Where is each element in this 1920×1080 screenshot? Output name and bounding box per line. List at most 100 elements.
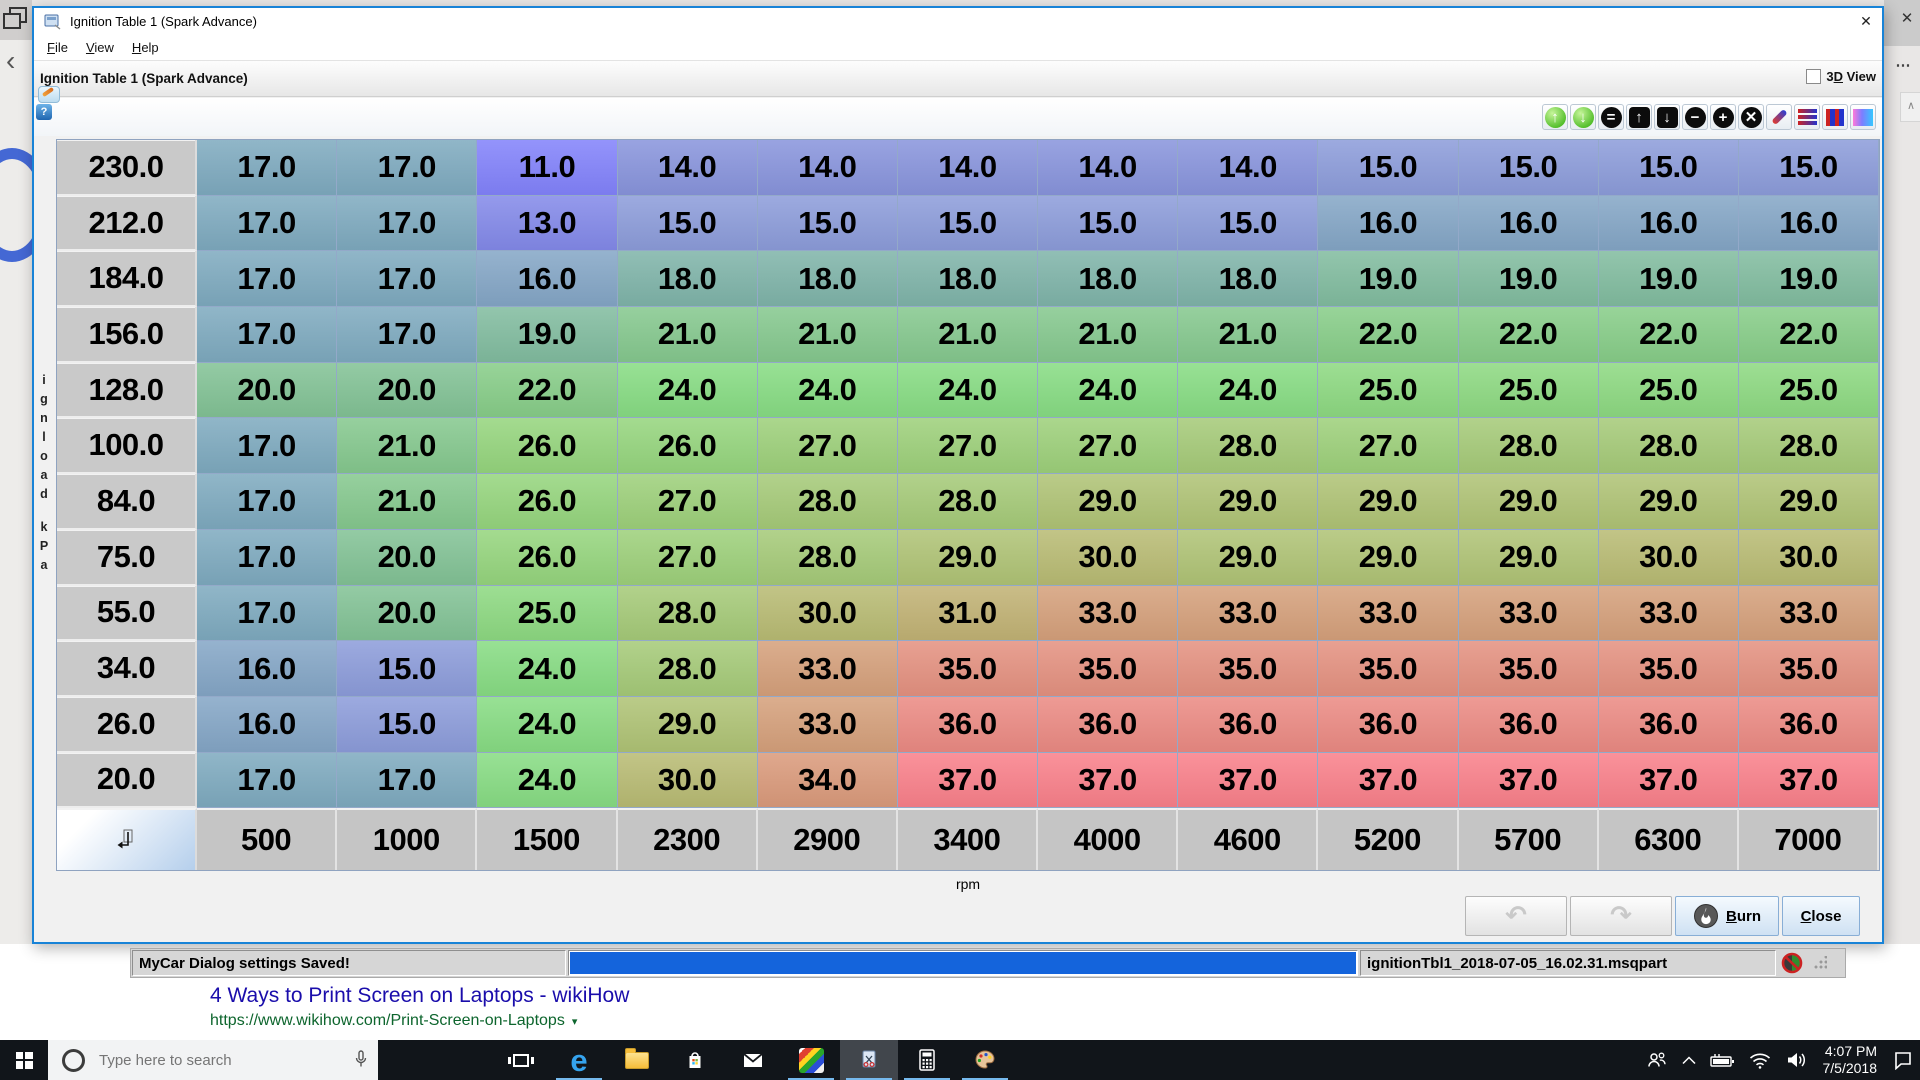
table-cell[interactable]: 19.0	[1738, 251, 1879, 308]
mail-icon[interactable]	[724, 1040, 782, 1080]
paint-icon[interactable]	[956, 1040, 1014, 1080]
table-cell[interactable]: 21.0	[617, 307, 758, 363]
wifi-icon[interactable]	[1742, 1040, 1778, 1080]
underlying-close-icon[interactable]: ✕	[1894, 6, 1920, 32]
table-cell[interactable]: 29.0	[1318, 529, 1459, 586]
search-result-link[interactable]: 4 Ways to Print Screen on Laptops - wiki…	[210, 984, 629, 1008]
table-cell[interactable]: 24.0	[617, 362, 758, 419]
table-cell[interactable]: 17.0	[197, 529, 338, 586]
table-cell[interactable]: 30.0	[1038, 529, 1179, 586]
table-cell[interactable]: 25.0	[477, 585, 618, 642]
axis-corner-button[interactable]	[57, 808, 197, 871]
table-cell[interactable]: 21.0	[337, 474, 478, 530]
table-cell[interactable]: 28.0	[617, 585, 758, 642]
view-3d-checkbox[interactable]	[1806, 69, 1822, 84]
table-cell[interactable]: 33.0	[1738, 585, 1879, 642]
table-cell[interactable]: 14.0	[1038, 140, 1179, 196]
table-cell[interactable]: 20.0	[197, 362, 338, 419]
snipping-tool-icon[interactable]	[840, 1040, 898, 1080]
result-dropdown-icon[interactable]: ▾	[572, 1015, 578, 1028]
search-input[interactable]	[97, 1050, 301, 1070]
volume-icon[interactable]	[1778, 1040, 1814, 1080]
table-cell[interactable]: 28.0	[757, 529, 898, 586]
table-cell[interactable]: 33.0	[1038, 585, 1179, 642]
table-cell[interactable]: 22.0	[1598, 307, 1739, 363]
table-cell[interactable]: 37.0	[1178, 752, 1319, 809]
table-cell[interactable]: 17.0	[337, 195, 478, 252]
table-cell[interactable]: 28.0	[1598, 418, 1739, 475]
store-icon[interactable]	[666, 1040, 724, 1080]
table-cell[interactable]: 28.0	[617, 641, 758, 697]
close-button[interactable]: Close	[1782, 896, 1860, 936]
table-cell[interactable]: 36.0	[1038, 696, 1179, 753]
table-cell[interactable]: 27.0	[757, 418, 898, 475]
table-cell[interactable]: 16.0	[1738, 195, 1879, 252]
table-cell[interactable]: 15.0	[337, 696, 478, 753]
table-cell[interactable]: 28.0	[1738, 418, 1879, 475]
table-cell[interactable]: 26.0	[477, 474, 618, 530]
set-equal-icon[interactable]: =	[1598, 104, 1624, 130]
table-cell[interactable]: 35.0	[1458, 641, 1599, 697]
menu-file[interactable]: File	[38, 37, 77, 58]
table-cell[interactable]: 15.0	[337, 641, 478, 697]
menu-view[interactable]: View	[77, 37, 123, 58]
edit-pencil-icon[interactable]	[1766, 104, 1792, 130]
clear-icon[interactable]: ✕	[1738, 104, 1764, 130]
table-cell[interactable]: 21.0	[757, 307, 898, 363]
table-cell[interactable]: 27.0	[1038, 418, 1179, 475]
interpolate-vertical-icon[interactable]	[1822, 104, 1848, 130]
table-cell[interactable]: 16.0	[1458, 195, 1599, 252]
table-cell[interactable]: 16.0	[1318, 195, 1459, 252]
table-cell[interactable]: 22.0	[1458, 307, 1599, 363]
table-cell[interactable]: 28.0	[1458, 418, 1599, 475]
minus-icon[interactable]: −	[1682, 104, 1708, 130]
dialog-close-icon[interactable]: ✕	[1852, 8, 1880, 34]
table-cell[interactable]: 33.0	[757, 696, 898, 753]
table-cell[interactable]: 20.0	[337, 529, 478, 586]
table-cell[interactable]: 20.0	[337, 585, 478, 642]
burn-button[interactable]: Burn	[1675, 896, 1779, 936]
table-cell[interactable]: 13.0	[477, 195, 618, 252]
table-cell[interactable]: 29.0	[1038, 474, 1179, 530]
table-cell[interactable]: 27.0	[617, 529, 758, 586]
taskbar-clock[interactable]: 4:07 PM 7/5/2018	[1814, 1043, 1887, 1077]
table-cell[interactable]: 18.0	[617, 251, 758, 308]
microphone-icon[interactable]	[354, 1050, 368, 1069]
start-button[interactable]	[0, 1040, 48, 1080]
table-cell[interactable]: 25.0	[1738, 362, 1879, 419]
table-cell[interactable]: 15.0	[1598, 140, 1739, 196]
table-cell[interactable]: 30.0	[757, 585, 898, 642]
browser-menu-dots-icon[interactable]: ⋯	[1888, 56, 1920, 76]
table-cell[interactable]: 21.0	[1038, 307, 1179, 363]
help-icon[interactable]: ?	[36, 104, 52, 120]
table-cell[interactable]: 17.0	[337, 140, 478, 196]
view-3d-toggle[interactable]: 3D View	[1806, 69, 1876, 84]
table-cell[interactable]: 24.0	[1038, 362, 1179, 419]
table-cell[interactable]: 24.0	[1178, 362, 1319, 419]
table-cell[interactable]: 35.0	[1038, 641, 1179, 697]
table-cell[interactable]: 35.0	[1738, 641, 1879, 697]
table-cell[interactable]: 17.0	[197, 474, 338, 530]
scale-up-icon[interactable]: ↑	[1542, 104, 1568, 130]
table-cell[interactable]: 26.0	[617, 418, 758, 475]
table-cell[interactable]: 15.0	[1038, 195, 1179, 252]
table-cell[interactable]: 15.0	[1318, 140, 1459, 196]
table-cell[interactable]: 24.0	[757, 362, 898, 419]
table-cell[interactable]: 18.0	[1038, 251, 1179, 308]
table-cell[interactable]: 34.0	[757, 752, 898, 809]
scale-down-icon[interactable]: ↓	[1570, 104, 1596, 130]
scrollbar-up-icon[interactable]: ∧	[1900, 92, 1920, 122]
table-cell[interactable]: 29.0	[1458, 529, 1599, 586]
table-cell[interactable]: 22.0	[477, 362, 618, 419]
table-cell[interactable]: 37.0	[1458, 752, 1599, 809]
table-cell[interactable]: 24.0	[897, 362, 1038, 419]
table-cell[interactable]: 19.0	[477, 307, 618, 363]
table-cell[interactable]: 17.0	[197, 251, 338, 308]
table-cell[interactable]: 29.0	[617, 696, 758, 753]
tunerstudio-icon[interactable]	[782, 1040, 840, 1080]
table-cell[interactable]: 28.0	[757, 474, 898, 530]
redo-button[interactable]: ↷	[1570, 896, 1672, 936]
table-cell[interactable]: 17.0	[337, 307, 478, 363]
table-cell[interactable]: 14.0	[1178, 140, 1319, 196]
file-explorer-icon[interactable]	[608, 1040, 666, 1080]
